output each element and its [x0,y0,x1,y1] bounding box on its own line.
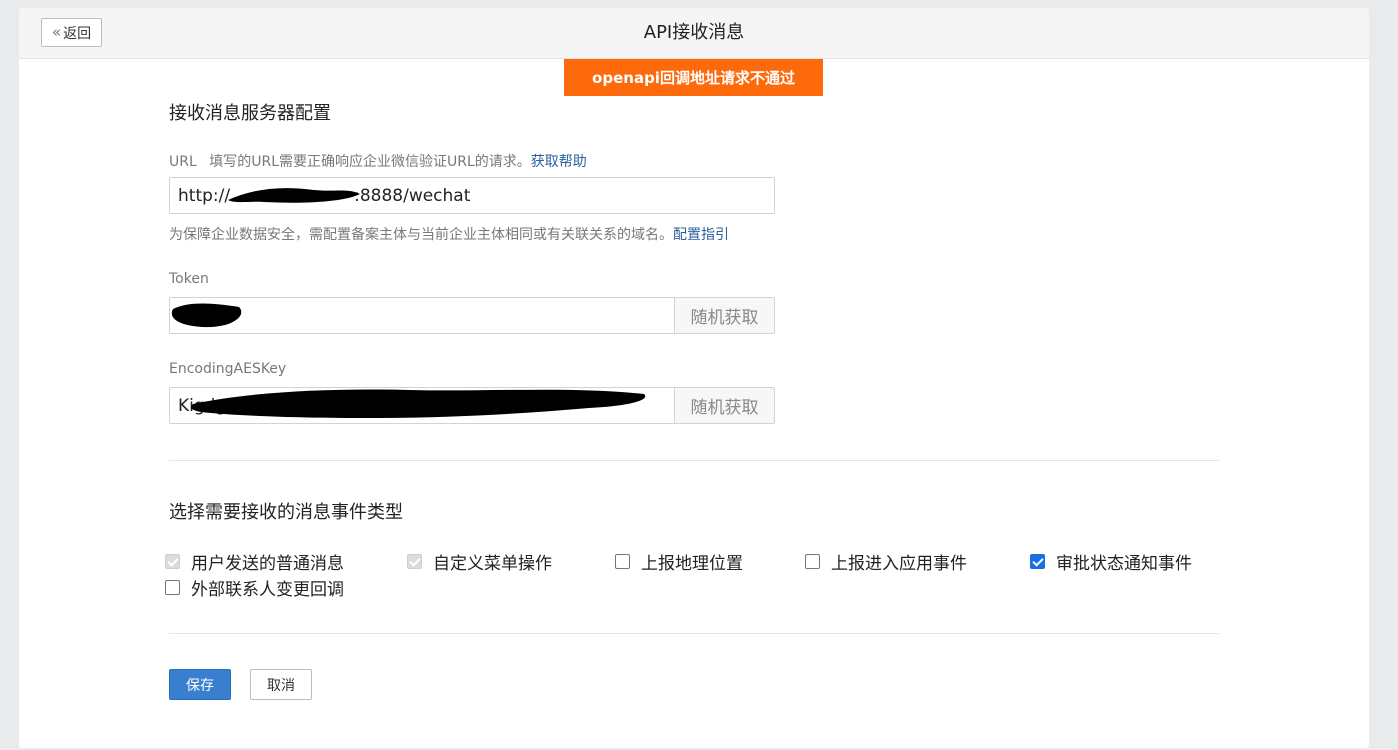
save-button[interactable]: 保存 [169,669,231,700]
event-enter-app-label: 上报进入应用事件 [831,554,967,574]
checkbox-location[interactable] [615,554,630,569]
aes-key-field-group: KigdgZx NWi D 随机获取 [169,387,775,424]
checkbox-custom-menu[interactable] [407,554,422,569]
token-label: Token [169,271,209,287]
url-label-desc: 填写的URL需要正确响应企业微信验证URL的请求。 [209,154,531,170]
url-label-prefix: URL [169,154,197,170]
event-approval-status[interactable]: 审批状态通知事件 [1030,549,1192,574]
url-value-suffix: :8888/wechat [354,185,471,206]
section-divider-2 [169,633,1219,634]
checkbox-external-contact[interactable] [165,580,180,595]
aes-key-label: EncodingAESKey [169,361,287,377]
events-title: 选择需要接收的消息事件类型 [169,502,403,523]
checkbox-enter-app[interactable] [805,554,820,569]
event-approval-status-label: 审批状态通知事件 [1056,554,1192,574]
event-enter-app[interactable]: 上报进入应用事件 [805,549,967,574]
domain-guide-link[interactable]: 配置指引 [673,227,729,243]
token-value: bYQC [178,305,225,326]
url-help-link[interactable]: 获取帮助 [531,154,587,170]
event-external-contact[interactable]: 外部联系人变更回调 [165,575,344,600]
event-custom-menu[interactable]: 自定义菜单操作 [407,549,552,574]
page-title: API接收消息 [643,22,745,43]
event-location[interactable]: 上报地理位置 [615,549,743,574]
checkbox-user-message[interactable] [165,554,180,569]
token-field-group: bYQC 随机获取 [169,297,775,334]
section-divider-1 [169,460,1219,461]
token-random-button[interactable]: 随机获取 [674,297,775,334]
aes-key-input[interactable]: KigdgZx NWi D [169,387,674,424]
event-external-contact-label: 外部联系人变更回调 [191,580,344,600]
token-input[interactable]: bYQC [169,297,674,334]
url-value-prefix: http:// [178,185,231,206]
event-user-message-label: 用户发送的普通消息 [191,554,344,574]
page-header: « 返回 API接收消息 [19,8,1369,59]
main-panel: « 返回 API接收消息 openapi回调地址请求不通过 接收消息服务器配置 … [19,8,1369,748]
server-config-title: 接收消息服务器配置 [169,103,331,124]
cancel-button[interactable]: 取消 [250,669,312,700]
domain-hint-text: 为保障企业数据安全，需配置备案主体与当前企业主体相同或有关联关系的域名。 [169,227,673,243]
aes-key-random-button[interactable]: 随机获取 [674,387,775,424]
checkbox-approval-status[interactable] [1030,554,1045,569]
url-label: URL 填写的URL需要正确响应企业微信验证URL的请求。获取帮助 [169,151,587,171]
event-custom-menu-label: 自定义菜单操作 [433,554,552,574]
error-alert: openapi回调地址请求不通过 [564,59,823,96]
event-user-message[interactable]: 用户发送的普通消息 [165,549,344,574]
url-input[interactable]: http:// :8888/wechat [169,177,775,214]
event-location-label: 上报地理位置 [641,554,743,574]
aes-key-value: KigdgZx NWi D [178,395,306,416]
domain-hint: 为保障企业数据安全，需配置备案主体与当前企业主体相同或有关联关系的域名。配置指引 [169,224,729,244]
